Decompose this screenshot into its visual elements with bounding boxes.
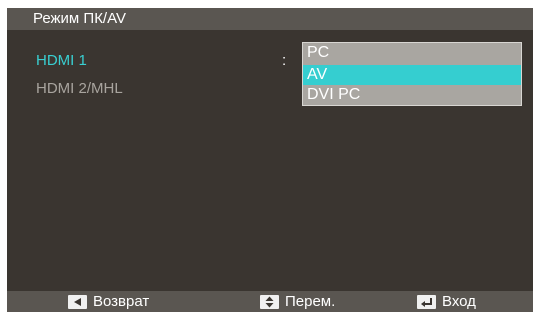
hint-move-label: Перем. — [285, 293, 336, 310]
arrow-left-icon — [68, 294, 87, 309]
arrow-up-down-icon — [260, 294, 279, 309]
footer-hints: Возврат Перем. Вход — [7, 291, 533, 312]
osd-menu: Режим ПК/AV HDMI 1 HDMI 2/MHL : PC AV DV… — [7, 8, 533, 312]
menu-title: Режим ПК/AV — [7, 8, 533, 30]
hint-return[interactable]: Возврат — [68, 291, 149, 312]
hint-enter-label: Вход — [442, 293, 476, 310]
enter-icon — [417, 294, 436, 309]
dropdown-option-av[interactable]: AV — [303, 65, 521, 85]
menu-item-hdmi1[interactable]: HDMI 1 — [36, 52, 87, 70]
hint-enter[interactable]: Вход — [417, 291, 476, 312]
mode-dropdown[interactable]: PC AV DVI PC — [302, 42, 522, 106]
hint-move[interactable]: Перем. — [260, 291, 335, 312]
dropdown-option-dvi-pc[interactable]: DVI PC — [303, 85, 521, 105]
hint-return-label: Возврат — [93, 293, 150, 310]
menu-item-hdmi2-mhl[interactable]: HDMI 2/MHL — [36, 80, 123, 98]
value-separator: : — [282, 52, 287, 69]
dropdown-option-pc[interactable]: PC — [303, 43, 521, 63]
